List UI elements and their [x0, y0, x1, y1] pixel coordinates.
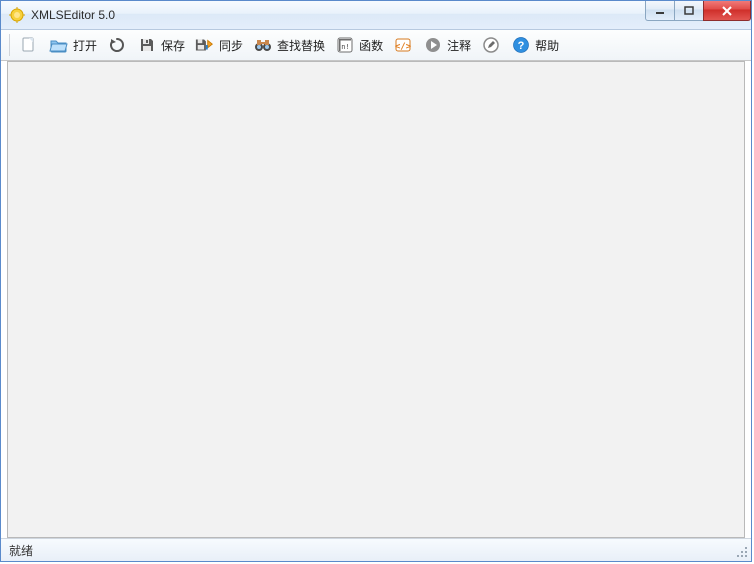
save-sync-icon — [195, 35, 215, 55]
toolbar: 打开 保存 — [1, 30, 751, 61]
titlebar: XMLSEditor 5.0 — [1, 1, 751, 30]
open-button[interactable]: 打开 — [44, 31, 102, 59]
refresh-icon — [107, 35, 127, 55]
function-button[interactable]: n! 函数 — [330, 31, 388, 59]
find-replace-button[interactable]: 查找替换 — [248, 31, 330, 59]
window-title: XMLSEditor 5.0 — [31, 8, 115, 22]
save-button[interactable]: 保存 — [132, 31, 190, 59]
comment-button[interactable]: 注释 — [418, 31, 476, 59]
document-icon — [19, 35, 39, 55]
svg-text:?: ? — [518, 40, 525, 52]
pencil-circle-icon — [481, 35, 501, 55]
statusbar: 就绪 — [1, 538, 751, 561]
minimize-icon — [655, 6, 665, 16]
help-label: 帮助 — [535, 37, 559, 54]
svg-text:</>: </> — [395, 42, 412, 52]
code-tag-icon: </> — [393, 35, 413, 55]
refresh-button[interactable] — [102, 31, 132, 59]
editor-area[interactable] — [7, 61, 745, 538]
maximize-button[interactable] — [674, 1, 704, 21]
app-icon — [9, 7, 25, 23]
status-text: 就绪 — [9, 542, 33, 559]
toolbar-separator — [9, 34, 10, 56]
close-button[interactable] — [703, 1, 751, 21]
window-controls — [646, 1, 751, 21]
comment-play-icon — [423, 35, 443, 55]
comment-label: 注释 — [447, 37, 471, 54]
open-label: 打开 — [73, 37, 97, 54]
resize-grip[interactable] — [735, 545, 749, 559]
help-icon: ? — [511, 35, 531, 55]
close-icon — [721, 6, 733, 16]
minimize-button[interactable] — [645, 1, 675, 21]
find-replace-label: 查找替换 — [277, 37, 325, 54]
help-button[interactable]: ? 帮助 — [506, 31, 564, 59]
sync-button[interactable]: 同步 — [190, 31, 248, 59]
app-window: XMLSEditor 5.0 — [0, 0, 752, 562]
new-button[interactable] — [14, 31, 44, 59]
svg-text:n!: n! — [341, 43, 349, 51]
maximize-icon — [684, 6, 694, 16]
tag-button[interactable]: </> — [388, 31, 418, 59]
function-label: 函数 — [359, 37, 383, 54]
binoculars-icon — [253, 35, 273, 55]
save-label: 保存 — [161, 37, 185, 54]
function-icon: n! — [335, 35, 355, 55]
folder-open-icon — [49, 35, 69, 55]
sync-label: 同步 — [219, 37, 243, 54]
edit-button[interactable] — [476, 31, 506, 59]
save-icon — [137, 35, 157, 55]
